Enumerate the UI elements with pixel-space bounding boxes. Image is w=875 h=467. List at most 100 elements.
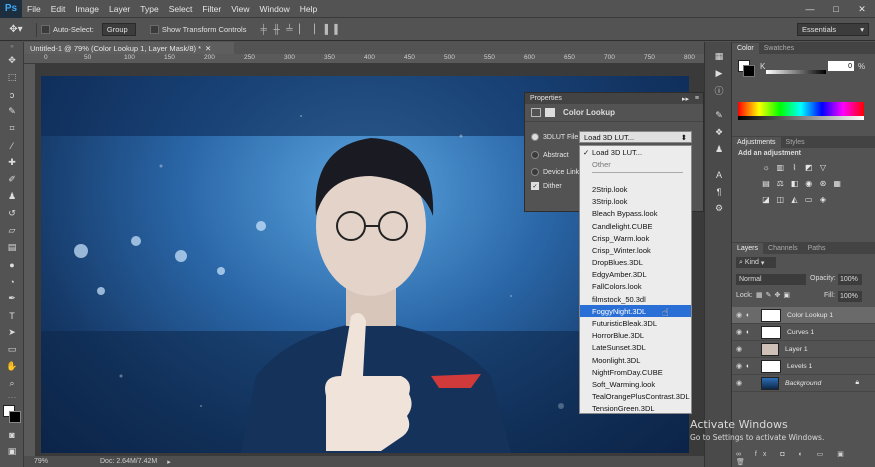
lut-item[interactable]: HorrorBlue.3DL bbox=[580, 330, 691, 342]
layer-row[interactable]: ◉ Background 🔒︎ bbox=[732, 375, 875, 392]
lut-item[interactable]: TensionGreen.3DL bbox=[580, 403, 691, 415]
lock-icons[interactable]: ▦✎✥▣ bbox=[756, 291, 793, 299]
align-icons[interactable]: ╪ ╫ ╧ ▏▕ ▐ ▌ bbox=[260, 24, 342, 35]
menu-file[interactable]: File bbox=[22, 4, 46, 14]
layer-row[interactable]: ◉ ◐ Curves 1 bbox=[732, 324, 875, 341]
hue-sat-icon[interactable]: ▤ bbox=[760, 177, 772, 189]
bw-icon[interactable]: ◧ bbox=[788, 177, 800, 189]
eyedropper-tool-icon[interactable]: ⁄ bbox=[0, 137, 24, 154]
menu-image[interactable]: Image bbox=[70, 4, 104, 14]
lut-item-selected[interactable]: FoggyNight.3DL bbox=[580, 305, 691, 318]
layers-footer-icons[interactable]: ∞ fx ◘ ◐ ▭ ▣ 🗑︎ bbox=[736, 450, 871, 466]
color-lookup-icon[interactable]: ▦ bbox=[831, 177, 843, 189]
photo-filter-icon[interactable]: ◉ bbox=[803, 177, 815, 189]
tab-color[interactable]: Color bbox=[732, 43, 759, 54]
tab-paths[interactable]: Paths bbox=[803, 243, 831, 254]
layer-mask-thumb[interactable] bbox=[761, 325, 781, 339]
close-button[interactable]: ✕ bbox=[849, 0, 875, 18]
threshold-icon[interactable]: ◭ bbox=[788, 193, 800, 205]
move-tool-icon[interactable]: ✥ bbox=[0, 52, 24, 69]
panel-menu-icon[interactable]: ≡ bbox=[695, 95, 699, 102]
lut-item[interactable]: NightFromDay.CUBE bbox=[580, 366, 691, 378]
lut-load-item[interactable]: ✓ Load 3D LUT... bbox=[580, 146, 691, 158]
lut-other-item[interactable]: Other bbox=[580, 158, 691, 170]
close-tab-icon[interactable]: ✕ bbox=[205, 44, 211, 53]
curves-icon[interactable]: ⌇ bbox=[788, 161, 800, 173]
screen-mode-icon[interactable]: ▣ bbox=[0, 443, 24, 460]
layer-mask-thumb[interactable] bbox=[761, 308, 781, 322]
zoom-level[interactable]: 79% bbox=[24, 458, 64, 465]
k-value-input[interactable]: 0 bbox=[828, 61, 854, 71]
tools-collapse-icon[interactable]: » bbox=[0, 42, 24, 52]
menu-filter[interactable]: Filter bbox=[197, 4, 226, 14]
eye-icon[interactable]: ◉ bbox=[732, 311, 746, 319]
hand-tool-icon[interactable]: ✋ bbox=[0, 358, 24, 375]
kind-filter[interactable]: ⌕ Kind ▾ bbox=[736, 257, 776, 268]
k-slider[interactable] bbox=[766, 70, 826, 74]
lut-item[interactable]: TealOrangePlusContrast.3DL bbox=[580, 391, 691, 403]
auto-select-dropdown[interactable]: Group bbox=[101, 23, 136, 36]
auto-select-checkbox[interactable] bbox=[41, 25, 50, 34]
quick-select-tool-icon[interactable]: ✎ bbox=[0, 103, 24, 120]
color-swatches[interactable] bbox=[0, 402, 24, 426]
eye-icon[interactable]: ◉ bbox=[732, 328, 746, 336]
transform-controls-checkbox[interactable] bbox=[149, 25, 159, 34]
gray-ramp[interactable] bbox=[738, 116, 864, 120]
brightness-icon[interactable]: ☼ bbox=[760, 161, 772, 173]
lut-item[interactable]: DropBlues.3DL bbox=[580, 257, 691, 269]
blur-tool-icon[interactable]: ● bbox=[0, 256, 24, 273]
lut-item[interactable]: 2Strip.look bbox=[580, 183, 691, 195]
lut-item[interactable]: Crisp_Winter.look bbox=[580, 244, 691, 256]
move-tool-icon[interactable]: ✥▾ bbox=[0, 24, 32, 35]
invert-icon[interactable]: ◪ bbox=[760, 193, 772, 205]
gradient-map-icon[interactable]: ▭ bbox=[803, 193, 815, 205]
lut-item[interactable]: FallColors.look bbox=[580, 281, 691, 293]
option-dither[interactable]: ✓ Dither bbox=[531, 182, 562, 190]
lut-item[interactable]: EdgyAmber.3DL bbox=[580, 269, 691, 281]
actions-icon[interactable]: ▶ bbox=[705, 65, 733, 82]
tab-adjustments[interactable]: Adjustments bbox=[732, 137, 781, 148]
maximize-button[interactable]: □ bbox=[823, 0, 849, 18]
lut-item[interactable]: filmstock_50.3dl bbox=[580, 293, 691, 305]
path-select-tool-icon[interactable]: ➤ bbox=[0, 324, 24, 341]
layer-row[interactable]: ◉ ◐ Levels 1 bbox=[732, 358, 875, 375]
type-tool-icon[interactable]: T bbox=[0, 307, 24, 324]
document-tab[interactable]: Untitled-1 @ 79% (Color Lookup 1, Layer … bbox=[24, 42, 234, 54]
channel-mixer-icon[interactable]: ⊛ bbox=[817, 177, 829, 189]
radio-3dlut[interactable] bbox=[531, 133, 539, 141]
blend-mode-dropdown[interactable]: Normal bbox=[736, 274, 806, 285]
lut-dropdown[interactable]: Load 3D LUT... ⬍ bbox=[579, 131, 692, 143]
lut-item[interactable]: FuturisticBleak.3DL bbox=[580, 317, 691, 329]
vibrance-icon[interactable]: ▽ bbox=[817, 161, 829, 173]
character-icon[interactable]: A bbox=[705, 166, 733, 183]
crop-tool-icon[interactable]: ⌗ bbox=[0, 120, 24, 137]
shape-tool-icon[interactable]: ▭ bbox=[0, 341, 24, 358]
history-brush-icon[interactable]: ↺ bbox=[0, 205, 24, 222]
tab-styles[interactable]: Styles bbox=[781, 137, 810, 148]
opacity-input[interactable]: 100% bbox=[838, 274, 862, 285]
selective-color-icon[interactable]: ◈ bbox=[817, 193, 829, 205]
background-color[interactable] bbox=[9, 411, 21, 423]
layer-thumb[interactable] bbox=[761, 342, 779, 356]
tab-swatches[interactable]: Swatches bbox=[759, 43, 799, 54]
healing-tool-icon[interactable]: ✚ bbox=[0, 154, 24, 171]
tool-presets-icon[interactable]: ⚙ bbox=[705, 200, 733, 217]
lasso-tool-icon[interactable]: ↄ bbox=[0, 86, 24, 103]
layer-row[interactable]: ◉ ◐ Color Lookup 1 bbox=[732, 307, 875, 324]
exposure-icon[interactable]: ◩ bbox=[803, 161, 815, 173]
layer-row[interactable]: ◉ Layer 1 bbox=[732, 341, 875, 358]
menu-select[interactable]: Select bbox=[164, 4, 198, 14]
mask-icon[interactable] bbox=[545, 108, 555, 117]
posterize-icon[interactable]: ◫ bbox=[774, 193, 786, 205]
panel-collapse-icon[interactable]: ▸▸ bbox=[682, 95, 689, 103]
eye-icon[interactable]: ◉ bbox=[732, 362, 746, 370]
option-abstract[interactable]: Abstract bbox=[531, 151, 569, 159]
lut-item[interactable]: LateSunset.3DL bbox=[580, 342, 691, 354]
dodge-tool-icon[interactable]: ◔ bbox=[0, 273, 24, 290]
more-tools-icon[interactable]: ··· bbox=[0, 392, 24, 402]
radio-device-link[interactable] bbox=[531, 168, 539, 176]
menu-type[interactable]: Type bbox=[135, 4, 163, 14]
menu-edit[interactable]: Edit bbox=[46, 4, 71, 14]
eraser-tool-icon[interactable]: ▱ bbox=[0, 222, 24, 239]
brush-icon[interactable]: ❖ bbox=[705, 124, 733, 141]
